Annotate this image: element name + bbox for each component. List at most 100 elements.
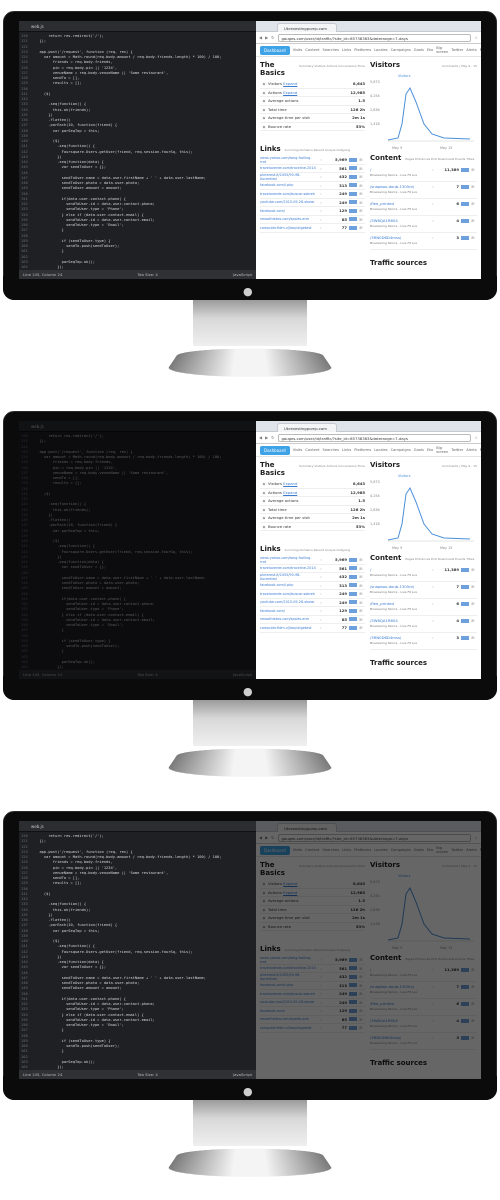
expand-icon[interactable]: ⊞ <box>469 235 477 240</box>
link-row[interactable]: computer.fidm.nl/leo/uitgetest› 77 ⊞ <box>260 224 365 233</box>
link-row[interactable]: news.yahoo.com/tang-frolling-rrot› 5,969 ⊞ <box>260 556 365 565</box>
link-row[interactable]: youtube.com/2015-09-28-showr› 249 ⊞ <box>260 599 365 607</box>
content-path[interactable]: /3RN0D6D4mss/ <box>370 635 429 640</box>
code-editor[interactable]: web.js 120 return res.redirect('/');121 … <box>19 21 256 279</box>
content-path[interactable]: /3W8QA1R604 <box>370 218 429 223</box>
expand-link[interactable]: Expand <box>283 90 297 95</box>
nav-item[interactable]: Visits <box>293 448 303 452</box>
visitors-controls[interactable]: Comments | May 9 - 15 <box>442 464 477 468</box>
star-icon[interactable]: ☆ <box>474 435 478 440</box>
basics-row[interactable]: ◆Total time 126 2h <box>260 106 365 114</box>
code-area[interactable]: 120 return res.redirect('/');121 });1221… <box>19 832 256 1079</box>
editor-tab[interactable]: web.js <box>19 821 256 832</box>
browser-tab[interactable]: Ukrevestingpump.com <box>277 423 337 432</box>
basics-row[interactable]: ◆Visitors Expand 8,643 <box>260 80 365 89</box>
nav-item[interactable]: Links <box>342 448 351 452</box>
link-row[interactable]: traveloverde.com/traceline-2014› 561 ⊞ <box>260 565 365 573</box>
link-label[interactable]: computer.fidm.nl/leo/uitgetest <box>260 226 317 230</box>
back-icon[interactable]: ◀ <box>259 35 262 40</box>
link-label[interactable]: traveloverde.com/buscar-sobreh <box>260 192 317 196</box>
content-path[interactable]: /3RN0D6D4mss/ <box>370 235 429 240</box>
link-row[interactable]: smoothiebro.com/sports-arm› 85 ⊞ <box>260 216 365 224</box>
link-label[interactable]: computer.fidm.nl/leo/uitgetest <box>260 626 317 630</box>
basics-row[interactable]: ◆Bounce rate 53% <box>260 123 365 131</box>
syntax-mode[interactable]: JavaScript <box>233 272 252 277</box>
content-row[interactable]: /› 11,389 ⊞ Browsering Skorra - Live Fit Lu… <box>370 565 477 582</box>
expand-icon[interactable]: ⊞ <box>469 584 477 589</box>
nav-item[interactable]: Campaigns <box>391 48 411 52</box>
address-bar[interactable]: gauges.com/user/id/traffic/?site_id=6573… <box>277 433 472 442</box>
nav-item[interactable]: Big screen <box>436 46 448 54</box>
link-row[interactable]: facebook.com/› 129 ⊞ <box>260 207 365 216</box>
basics-tabs[interactable]: Summary Visitors Actions Conversions Tim… <box>299 464 365 468</box>
expand-icon[interactable]: ⊞ <box>357 574 365 579</box>
syntax-mode[interactable]: JavaScript <box>233 1072 252 1077</box>
tab-size[interactable]: Tab Size: 4 <box>137 1072 157 1077</box>
expand-icon[interactable]: ⊞ <box>357 183 365 188</box>
expand-icon[interactable]: ⊞ <box>357 600 365 605</box>
nav-item[interactable]: Alerts <box>466 448 476 452</box>
link-label[interactable]: youtube.com/2015-09-28-showr <box>260 600 317 604</box>
nav-item[interactable]: Big screen <box>436 446 448 454</box>
content-row[interactable]: /3RN0D6D4mss/› 3 ⊞ Browsering Skorra - Live… <box>370 233 477 250</box>
link-label[interactable]: youtube.com/2015-09-28-showr <box>260 200 317 204</box>
expand-icon[interactable]: ⊞ <box>357 217 365 222</box>
nav-item[interactable]: Searches <box>323 448 339 452</box>
nav-item[interactable]: Preferences <box>480 48 481 52</box>
nav-item[interactable]: Platforms <box>354 448 371 452</box>
link-row[interactable]: youtube.com/2015-09-28-showr› 249 ⊞ <box>260 199 365 207</box>
nav-item[interactable]: Dashboard <box>260 45 290 55</box>
link-row[interactable]: pinterest.it/2455/90-98-Ascentiad› 432 ⊞ <box>260 573 365 582</box>
expand-icon[interactable]: ⊞ <box>357 566 365 571</box>
nav-item[interactable]: Goals <box>414 48 424 52</box>
content-path[interactable]: /snapbox-doub-1305m/ <box>370 184 429 189</box>
link-row[interactable]: smoothiebro.com/sports-arm› 85 ⊞ <box>260 616 365 624</box>
content-path[interactable]: /3W8QA1R604 <box>370 618 429 623</box>
link-label[interactable]: facebook.com/l.php <box>260 183 317 187</box>
link-label[interactable]: traveloverde.com/traceline-2014 <box>260 566 317 570</box>
nav-item[interactable]: Searches <box>323 48 339 52</box>
link-label[interactable]: smoothiebro.com/sports-arm <box>260 617 317 621</box>
expand-icon[interactable]: ⊞ <box>469 184 477 189</box>
basics-row[interactable]: ◆Actions Expand 12,985 <box>260 89 365 97</box>
reload-icon[interactable]: ↻ <box>271 435 274 440</box>
expand-link[interactable]: Expand <box>283 481 297 486</box>
nav-item[interactable]: Content <box>305 448 319 452</box>
link-label[interactable]: pinterest.it/2455/90-98-Ascentiad <box>260 573 317 581</box>
expand-icon[interactable]: ⊞ <box>357 191 365 196</box>
expand-link[interactable]: Expand <box>283 490 297 495</box>
expand-icon[interactable]: ⊞ <box>357 591 365 596</box>
content-row[interactable]: /› 11,389 ⊞ Browsering Skorra - Live Fit Lu… <box>370 165 477 182</box>
basics-row[interactable]: ◆Visitors Expand 8,643 <box>260 480 365 489</box>
expand-icon[interactable]: ⊞ <box>469 635 477 640</box>
browser-window[interactable]: Ukrevestingpump.com ◀▶↻gauges.com/user/i… <box>256 21 481 279</box>
link-label[interactable]: facebook.com/l.php <box>260 583 317 587</box>
nav-item[interactable]: Campaigns <box>391 448 411 452</box>
link-row[interactable]: pinterest.it/2455/90-98-Ascentiad› 432 ⊞ <box>260 173 365 182</box>
forward-icon[interactable]: ▶ <box>265 435 268 440</box>
link-row[interactable]: traveloverde.com/buscar-sobreh› 249 ⊞ <box>260 590 365 599</box>
content-tabs[interactable]: Pages Entrances Exit Downloads Events Ti… <box>405 557 474 561</box>
nav-item[interactable]: Visits <box>293 48 303 52</box>
content-tabs[interactable]: Pages Entrances Exit Downloads Events Ti… <box>405 157 474 161</box>
nav-item[interactable]: Goals <box>414 448 424 452</box>
browser-tab[interactable]: Ukrevestingpump.com <box>277 23 337 32</box>
expand-icon[interactable]: ⊞ <box>357 166 365 171</box>
expand-icon[interactable]: ⊞ <box>357 617 365 622</box>
content-path[interactable]: / <box>370 167 429 172</box>
links-tabs[interactable]: Incoming Domains Recent Unique Outgoing <box>285 548 351 552</box>
nav-item[interactable]: Content <box>305 48 319 52</box>
content-row[interactable]: /flee_printed› 6 ⊞ Browsering Skorra - Live… <box>370 199 477 216</box>
expand-icon[interactable]: ⊞ <box>469 167 477 172</box>
basics-row[interactable]: ◆Average actions 1.5 <box>260 497 365 506</box>
nav-item[interactable]: Platforms <box>354 48 371 52</box>
nav-item[interactable]: Twitter <box>451 448 463 452</box>
basics-tabs[interactable]: Summary Visitors Actions Conversions Tim… <box>299 64 365 68</box>
links-tabs[interactable]: Incoming Domains Recent Unique Outgoing <box>285 148 351 152</box>
nav-item[interactable]: Alerts <box>466 48 476 52</box>
expand-icon[interactable]: ⊞ <box>357 225 365 230</box>
expand-icon[interactable]: ⊞ <box>357 208 365 213</box>
nav-item[interactable]: Eko <box>427 48 433 52</box>
link-row[interactable]: facebook.com/l.php› 313 ⊞ <box>260 582 365 590</box>
expand-icon[interactable]: ⊞ <box>357 200 365 205</box>
